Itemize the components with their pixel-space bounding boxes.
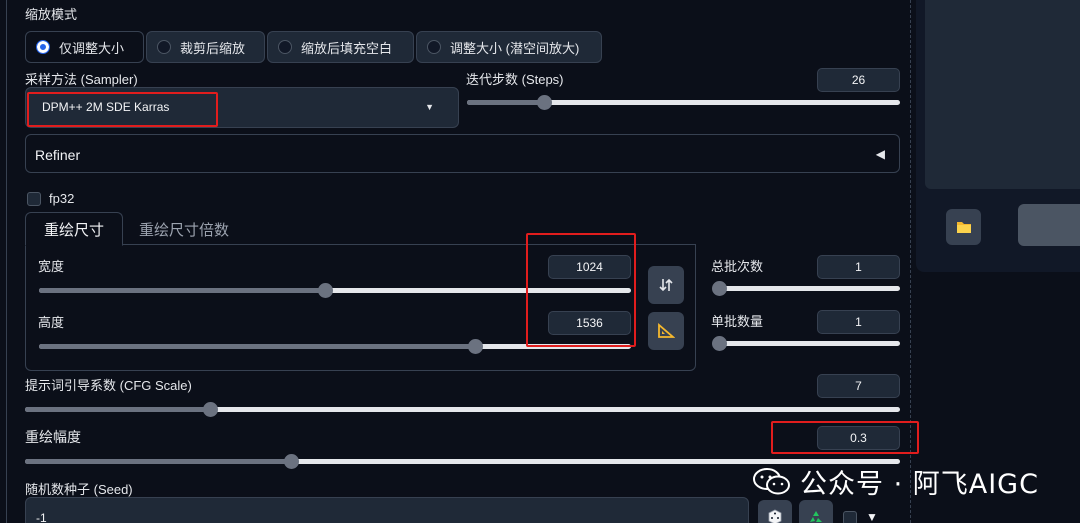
triangle-left-icon: ◀ [875,147,885,161]
batch-count-label: 总批次数 [711,259,764,274]
slider-thumb[interactable] [284,454,299,469]
highlight-box-size [526,233,636,347]
radio-label: 缩放后填充空白 [301,40,393,56]
batch-size-input[interactable]: 1 [817,310,900,334]
radio-crop-resize[interactable]: 裁剪后缩放 [146,31,265,63]
sampler-label: 采样方法 (Sampler) [25,72,138,87]
steps-slider[interactable] [467,95,900,110]
slider-thumb[interactable] [537,95,552,110]
seed-value: -1 [36,511,47,523]
chevron-down-icon[interactable]: ▼ [866,510,878,523]
height-label: 高度 [38,315,65,330]
refiner-label: Refiner [35,147,81,163]
cfg-scale-slider[interactable] [25,402,900,417]
radio-dot [427,40,441,54]
radio-dot [157,40,171,54]
cfg-scale-label: 提示词引导系数 (CFG Scale) [25,378,192,393]
watermark-text: 公众号 · 阿飞AIGC [800,469,1039,500]
slider-thumb[interactable] [712,281,727,296]
wechat-icon [753,467,790,494]
denoising-label: 重绘幅度 [25,429,81,445]
tab-resize-by[interactable]: 重绘尺寸倍数 [129,212,239,246]
image-preview-area [925,0,1080,189]
folder-icon [956,222,971,233]
aspect-ratio-button[interactable] [648,312,684,350]
triangle-ruler-icon [658,323,675,338]
watermark: 公众号 · 阿飞AIGC [752,462,1039,501]
tab-resize-to[interactable]: 重绘尺寸 [25,212,123,246]
steps-input[interactable]: 26 [817,68,900,92]
highlight-box-denoising [771,421,919,454]
refiner-accordion[interactable]: Refiner ◀ [25,134,900,173]
radio-dot [278,40,292,54]
radio-resize-only[interactable]: 仅调整大小 [25,31,144,63]
slider-fill [467,100,544,105]
width-label: 宽度 [38,259,65,274]
action-button[interactable] [1018,204,1080,246]
radio-latent-upscale[interactable]: 调整大小 (潜空间放大) [416,31,602,63]
open-folder-button[interactable] [946,209,981,245]
dice-icon [768,509,782,523]
slider-thumb[interactable] [203,402,218,417]
fp32-checkbox[interactable] [27,192,41,206]
seed-label: 随机数种子 (Seed) [25,482,133,497]
slider-thumb[interactable] [318,283,333,298]
cfg-scale-input[interactable]: 7 [817,374,900,398]
radio-resize-fill[interactable]: 缩放后填充空白 [267,31,414,63]
slider-fill [25,407,210,412]
left-border [6,0,7,523]
swap-dimensions-button[interactable] [648,266,684,304]
reuse-seed-button[interactable] [799,500,833,523]
chevron-down-icon: ▼ [425,102,434,112]
resize-mode-label: 缩放模式 [25,7,78,22]
radio-label: 调整大小 (潜空间放大) [450,40,580,56]
slider-thumb[interactable] [468,339,483,354]
radio-label: 裁剪后缩放 [180,40,246,56]
slider-fill [25,459,291,464]
batch-size-label: 单批数量 [711,314,764,329]
radio-dot [36,40,50,54]
seed-input[interactable]: -1 [25,497,749,523]
slider-thumb[interactable] [712,336,727,351]
random-seed-button[interactable] [758,500,792,523]
batch-size-slider[interactable] [712,336,900,351]
swap-vertical-icon [659,278,673,292]
slider-fill [39,344,475,349]
batch-count-input[interactable]: 1 [817,255,900,279]
extra-seed-checkbox[interactable] [843,511,857,523]
radio-label: 仅调整大小 [59,40,125,56]
steps-label: 迭代步数 (Steps) [466,72,564,87]
batch-count-slider[interactable] [712,281,900,296]
slider-fill [39,288,325,293]
highlight-box-sampler [27,92,218,127]
recycle-icon [810,511,822,522]
fp32-label: fp32 [49,191,75,206]
